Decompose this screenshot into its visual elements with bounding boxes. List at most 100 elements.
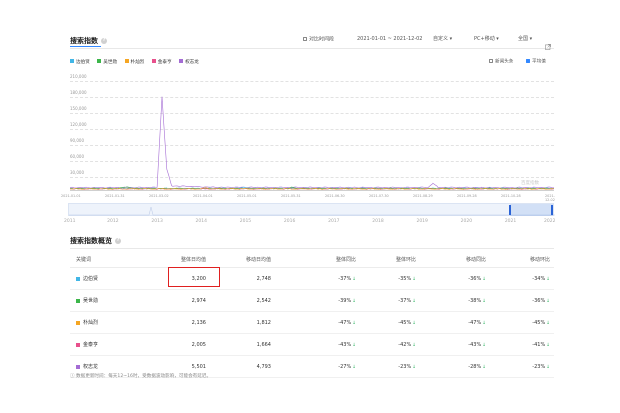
scroller-right-handle[interactable] [551,205,553,215]
year-tick-label: 2015 [239,219,252,224]
year-tick-label: 2011 [64,219,76,224]
mobile-mom-cell: -41%↓ [490,333,554,356]
arrow-down-icon: ↓ [352,364,356,370]
overall-yoy-cell: -39%↓ [275,289,360,312]
share-icon[interactable] [545,35,551,50]
scroller-mini-chart [69,206,555,216]
date-range-picker[interactable]: 2021-01-01 ~ 2021-12-02 [357,37,422,42]
col-header: 移动同比 [420,251,490,268]
arrow-down-icon: ↓ [546,276,550,282]
x-tick-label: 2021-10-28 [501,194,521,198]
x-tick-label: 2021-07-30 [369,194,389,198]
overall-mom-cell: -37%↓ [360,289,420,312]
col-header: 整体日均值 [160,251,210,268]
col-header: 移动环比 [490,251,554,268]
keyword-swatch [76,342,80,347]
legend: 边伯贤 吴世勋 朴灿烈 金泰亨 权志龙 [70,59,199,65]
arrow-down-icon: ↓ [482,342,486,348]
year-tick-label: 2021 [504,219,517,224]
scroller-year-axis: 2011 2012 2013 2014 2015 2016 2017 2018 2019 2020… [64,219,555,225]
keyword-swatch [76,320,80,325]
overall-avg-cell: 2,974 [160,289,210,312]
mobile-yoy-cell: -43%↓ [420,333,490,356]
time-range-scroller[interactable] [68,203,555,216]
keyword-swatch [76,276,80,281]
mobile-mom-cell: -36%↓ [490,289,554,312]
overall-mom-cell: -35%↓ [360,267,420,290]
keyword-cell: 边伯贤 [70,267,160,290]
arrow-down-icon: ↓ [482,320,486,326]
scroller-left-handle[interactable] [509,205,511,215]
table-header-row: 关键词 整体日均值 移动日均值 整体同比 整体环比 移动同比 移动环比 [70,251,554,268]
arrow-down-icon: ↓ [352,342,356,348]
chevron-down-icon: ▾ [449,36,453,42]
table-row[interactable]: 朴灿烈 2,136 1,812 -47%↓ -45%↓ -47%↓ -45%↓ [70,311,554,334]
legend-item-4[interactable]: 权志龙 [179,59,199,65]
x-axis-ticks: 2021-01-01 2021-01-31 2021-03-02 2021-04-01… [61,194,555,202]
legend-item-1[interactable]: 吴世勋 [97,59,117,65]
arrow-down-icon: ↓ [352,298,356,304]
overview-table: 关键词 整体日均值 移动日均值 整体同比 整体环比 移动同比 移动环比 边伯贤 … [70,251,554,378]
legend-swatch [179,59,184,63]
table-row[interactable]: 金泰亨 2,005 1,664 -43%↓ -42%↓ -43%↓ -41%↓ [70,333,554,356]
year-tick-label: 2014 [195,219,207,224]
chevron-down-icon: ▾ [529,36,533,42]
checkbox-icon [489,59,493,63]
mobile-avg-cell: 1,812 [210,311,275,334]
news-headline-toggle[interactable]: 新闻头条 [489,59,513,65]
year-tick-label: 2017 [328,219,340,224]
overall-yoy-cell: -43%↓ [275,333,360,356]
region-dropdown[interactable]: 全国 ▾ [518,37,532,42]
arrow-down-icon: ↓ [482,276,486,282]
arrow-down-icon: ↓ [412,364,416,370]
legend-item-3[interactable]: 金泰亨 [151,59,172,65]
mobile-avg-cell: 4,793 [210,355,275,378]
compare-period-checkbox[interactable]: 对比时间段 [303,37,334,43]
mobile-mom-cell: -34%↓ [490,267,554,290]
mobile-yoy-cell: -38%↓ [420,289,490,312]
arrow-down-icon: ↓ [546,298,550,304]
x-tick-label: 2021-03-02 [149,194,169,198]
page-title: 搜索指数? [70,37,107,45]
checkbox-checked-icon [526,59,530,63]
keyword-cell: 金泰亨 [70,333,160,356]
mobile-yoy-cell: -28%↓ [420,355,490,378]
overall-yoy-cell: -47%↓ [275,311,360,334]
x-tick-label: 2021-05-01 [237,194,257,198]
table-row[interactable]: 边伯贤 3,200 2,748 -37%↓ -35%↓ -36%↓ -34%↓ [70,267,554,290]
arrow-down-icon: ↓ [482,298,486,304]
legend-swatch [70,59,74,63]
overall-avg-cell: 2,136 [160,311,210,334]
scroller-selected-range[interactable] [510,204,553,216]
trend-line-chart[interactable] [70,76,554,191]
mobile-avg-cell: 1,664 [210,333,275,356]
legend-item-0[interactable]: 边伯贤 [70,59,90,65]
average-toggle[interactable]: 平均值 [526,59,546,65]
help-icon[interactable]: ? [101,38,107,44]
overall-yoy-cell: -37%↓ [275,267,360,290]
custom-dropdown[interactable]: 自定义 ▾ [433,37,452,42]
mobile-avg-cell: 2,542 [210,289,275,312]
keyword-cell: 朴灿烈 [70,311,160,334]
x-tick-label: 2021-05-31 [281,194,301,198]
data-update-note: ⓘ 数据更新时间：每天12~16时，受数据波动影响，可能会有延迟。 [70,374,212,379]
col-header: 关键词 [70,251,160,268]
col-header: 移动日均值 [210,251,275,268]
year-tick-label: 2020 [460,219,473,224]
arrow-down-icon: ↓ [546,342,550,348]
watermark: 百度指数 [521,181,539,186]
device-dropdown[interactable]: PC+移动 ▾ [474,37,499,42]
x-tick-label: 2021-01-31 [105,194,125,198]
legend-swatch [97,59,102,63]
legend-item-2[interactable]: 朴灿烈 [124,59,144,65]
arrow-down-icon: ↓ [412,276,416,282]
chevron-down-icon: ▾ [496,36,499,42]
legend-swatch [151,59,156,63]
help-icon[interactable]: ? [115,238,121,244]
mobile-mom-cell: -45%↓ [490,311,554,334]
arrow-down-icon: ↓ [412,342,416,348]
arrow-down-icon: ↓ [546,364,550,370]
mobile-yoy-cell: -47%↓ [420,311,490,334]
table-row[interactable]: 吴世勋 2,974 2,542 -39%↓ -37%↓ -38%↓ -36%↓ [70,289,554,312]
keyword-swatch [76,298,80,303]
